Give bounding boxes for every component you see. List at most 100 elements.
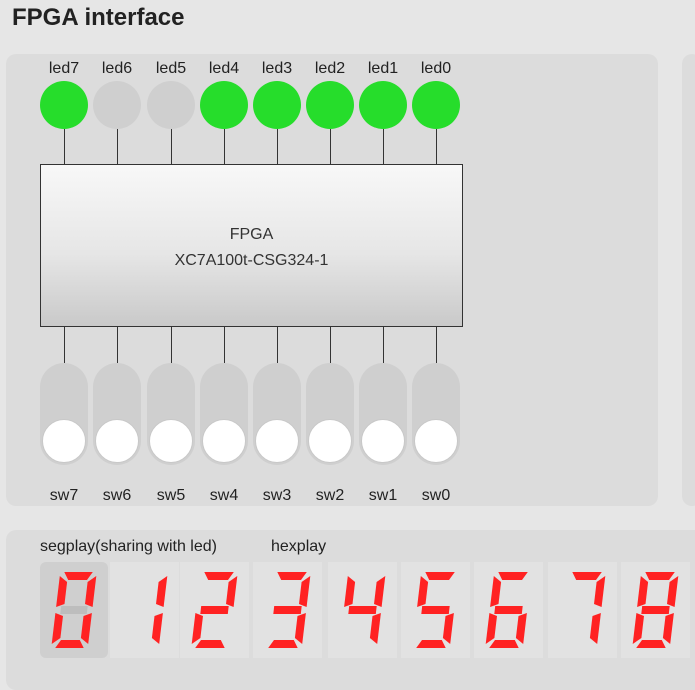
led-wire — [224, 129, 225, 164]
switch-knob[interactable] — [414, 419, 458, 463]
segment-g — [273, 606, 302, 614]
segment-c — [294, 613, 306, 644]
segment-c — [589, 613, 601, 644]
switch-knob[interactable] — [308, 419, 352, 463]
segment-e — [122, 613, 133, 644]
switch-wire — [224, 325, 225, 363]
segment-b — [85, 576, 97, 607]
led-wire — [277, 129, 278, 164]
chip-part-number: XC7A100t-CSG324-1 — [174, 252, 329, 269]
segment-b — [667, 576, 679, 607]
switch-sw0[interactable] — [412, 363, 460, 465]
switch-sw3[interactable] — [253, 363, 301, 465]
segment-g — [200, 606, 229, 614]
switch-label: sw3 — [262, 487, 292, 504]
seven-segment-digit — [122, 576, 168, 644]
hexplay-digit-7 — [621, 562, 690, 658]
switch-knob[interactable] — [42, 419, 86, 463]
segment-f — [56, 576, 68, 607]
switch-wire — [117, 325, 118, 363]
led-wire — [117, 129, 118, 164]
led-led2 — [306, 81, 354, 129]
hexplay-digit-3 — [328, 562, 397, 658]
switch-sw2[interactable] — [306, 363, 354, 465]
switch-wire — [171, 325, 172, 363]
segment-d — [55, 640, 84, 648]
switch-label: sw7 — [49, 487, 79, 504]
led-label: led4 — [208, 60, 240, 77]
segment-g — [60, 606, 88, 614]
led-led7 — [40, 81, 88, 129]
segment-e — [51, 613, 63, 644]
led-label: led7 — [48, 60, 80, 77]
switch-label: sw4 — [209, 487, 239, 504]
led-led5 — [147, 81, 195, 129]
segment-g — [568, 606, 596, 614]
segplay-label: segplay(sharing with led) — [40, 538, 217, 555]
adjacent-panel-edge — [682, 54, 695, 506]
led-label: led5 — [155, 60, 187, 77]
segment-f — [269, 576, 280, 607]
switch-knob[interactable] — [255, 419, 299, 463]
hexplay-digit-6 — [548, 562, 617, 658]
switch-knob[interactable] — [95, 419, 139, 463]
segment-c — [662, 613, 674, 644]
segment-a — [498, 572, 528, 580]
segment-b — [156, 576, 168, 607]
segment-b — [520, 576, 531, 607]
segment-c — [80, 613, 92, 644]
segment-c — [222, 613, 233, 644]
segment-e — [632, 613, 644, 644]
switch-sw4[interactable] — [200, 363, 248, 465]
segment-f — [126, 576, 137, 607]
segment-g — [494, 606, 523, 614]
hexplay-digit-5 — [474, 562, 543, 658]
seven-segment-digit — [191, 572, 238, 648]
seven-segment-digit — [344, 572, 386, 644]
segment-d — [636, 640, 666, 648]
segment-g — [641, 606, 670, 614]
switch-knob[interactable] — [149, 419, 193, 463]
switch-label: sw2 — [315, 487, 345, 504]
segplay-digit — [40, 562, 108, 658]
segment-c — [515, 613, 527, 644]
segment-g — [130, 606, 158, 614]
hexplay-digit-4 — [401, 562, 470, 658]
switch-label: sw1 — [368, 487, 398, 504]
switch-wire — [383, 325, 384, 363]
segment-e — [560, 613, 571, 644]
segment-d — [416, 640, 446, 648]
switch-knob[interactable] — [202, 419, 246, 463]
fpga-chip — [40, 164, 463, 327]
led-label: led0 — [420, 60, 452, 77]
switch-wire — [436, 325, 437, 363]
seven-segment-digit — [560, 572, 606, 644]
switch-sw1[interactable] — [359, 363, 407, 465]
led-wire — [436, 129, 437, 164]
segment-f — [344, 576, 356, 607]
switch-label: sw6 — [102, 487, 132, 504]
segment-e — [191, 613, 203, 644]
segment-a — [352, 572, 382, 580]
seven-segment-digit — [268, 572, 311, 648]
hexplay-digit-1 — [180, 562, 249, 658]
segment-b — [226, 576, 238, 607]
hexplay-label: hexplay — [271, 538, 327, 555]
led-label: led6 — [101, 60, 133, 77]
switch-knob[interactable] — [361, 419, 405, 463]
segment-b — [447, 576, 458, 607]
segment-c — [151, 613, 163, 644]
switch-sw5[interactable] — [147, 363, 195, 465]
chip-label: FPGA — [229, 226, 274, 243]
switch-sw6[interactable] — [93, 363, 141, 465]
segment-a — [64, 572, 93, 580]
led-led0 — [412, 81, 460, 129]
segment-f — [196, 576, 207, 607]
segment-a — [645, 572, 675, 580]
segment-c — [442, 613, 454, 644]
segment-f — [637, 576, 649, 607]
page-title: FPGA interface — [12, 4, 185, 31]
hexplay-digit-0 — [110, 562, 179, 658]
segment-f — [564, 576, 575, 607]
switch-sw7[interactable] — [40, 363, 88, 465]
